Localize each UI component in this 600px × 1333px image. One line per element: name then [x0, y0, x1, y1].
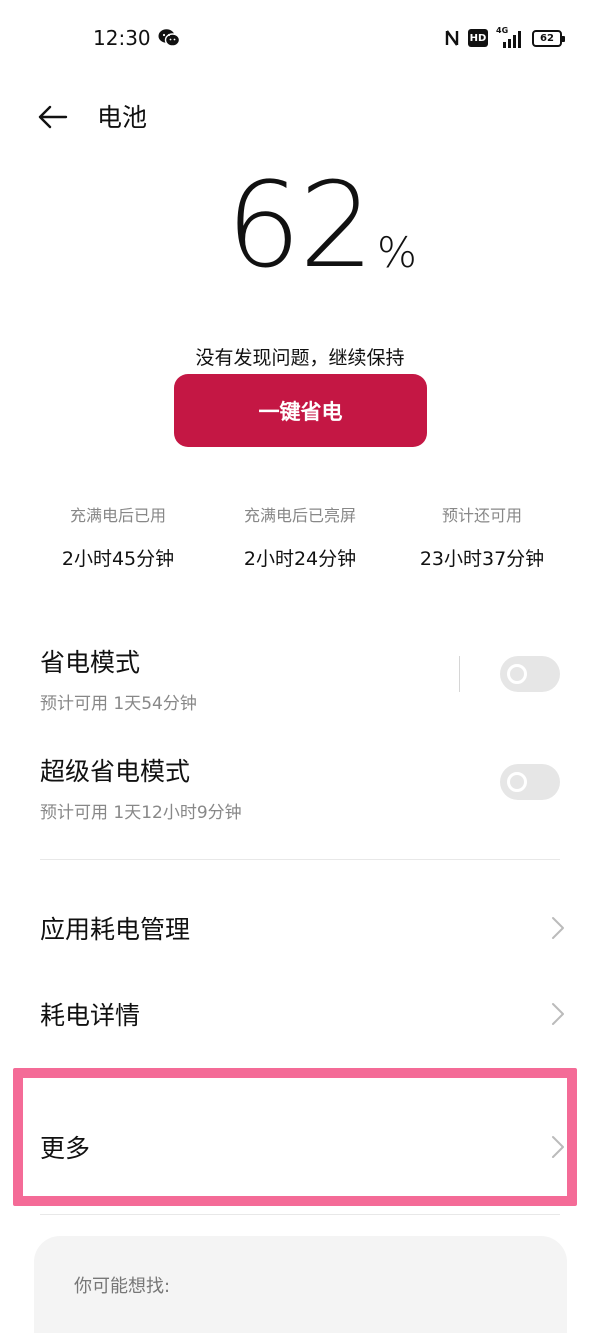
toggle-knob [507, 772, 527, 792]
super-power-saving-mode-toggle[interactable] [500, 764, 560, 800]
power-saving-mode-toggle[interactable] [500, 656, 560, 692]
app-power-management-item[interactable]: 应用耗电管理 [40, 898, 565, 958]
battery-percent-sign: % [377, 228, 417, 277]
stat-label: 预计还可用 [441, 506, 522, 525]
chevron-right-icon [552, 1136, 564, 1158]
vertical-divider [459, 656, 460, 692]
stat-label: 充满电后已亮屏 [243, 506, 356, 525]
power-saving-mode-estimate: 预计可用 1天54分钟 [40, 694, 197, 714]
super-power-saving-mode-title: 超级省电模式 [40, 757, 191, 786]
stat-used-since-full: 充满电后已用 2小时45分钟 [18, 500, 218, 571]
battery-stats: 充满电后已用 2小时45分钟 充满电后已亮屏 2小时24分钟 预计还可用 23小… [0, 500, 600, 570]
status-bar: 12:30 HD 4G 62 [0, 0, 600, 76]
hd-icon: HD [468, 29, 488, 47]
back-arrow-icon[interactable] [36, 100, 70, 134]
section-divider [40, 1214, 560, 1215]
stat-value: 23小时37分钟 [419, 548, 545, 570]
page-title: 电池 [97, 103, 148, 132]
chevron-right-icon [552, 917, 564, 939]
stat-label: 充满电后已用 [69, 506, 166, 525]
section-divider [40, 859, 560, 860]
chevron-right-icon [552, 1003, 564, 1025]
signal-icon: 4G [496, 26, 524, 48]
battery-status-message: 没有发现问题，继续保持 [195, 347, 405, 369]
nav-label: 更多 [40, 1134, 91, 1163]
signal-bars-icon [503, 31, 521, 48]
super-power-saving-mode-row[interactable]: 超级省电模式 预计可用 1天12小时9分钟 [40, 752, 560, 824]
stat-value: 2小时45分钟 [61, 548, 175, 570]
battery-percent-value: 62 [226, 156, 374, 294]
super-power-saving-mode-estimate: 预计可用 1天12小时9分钟 [40, 803, 242, 823]
stat-value: 2小时24分钟 [243, 548, 357, 570]
nfc-icon [445, 30, 459, 46]
power-saving-mode-row[interactable]: 省电模式 预计可用 1天54分钟 [40, 643, 560, 715]
stat-estimated-remaining: 预计还可用 23小时37分钟 [382, 500, 582, 571]
wechat-icon [158, 29, 180, 47]
power-saving-mode-title: 省电模式 [40, 648, 141, 677]
status-time: 12:30 [93, 26, 151, 50]
battery-settings-page: 12:30 HD 4G 62 电池 62 % 没有发现问题，继续保持 一键省电 … [0, 0, 600, 1333]
toggle-knob [507, 664, 527, 684]
battery-percent-display: 62 % [0, 160, 600, 300]
suggestions-title: 你可能想找: [74, 1276, 171, 1297]
battery-icon: 62 [532, 29, 565, 47]
one-tap-save-power-button[interactable]: 一键省电 [174, 374, 427, 447]
power-usage-details-item[interactable]: 耗电详情 [40, 984, 565, 1044]
stat-screen-on-since-full: 充满电后已亮屏 2小时24分钟 [200, 500, 400, 571]
suggestions-card: 你可能想找: [34, 1236, 567, 1333]
nav-label: 应用耗电管理 [40, 915, 191, 944]
nav-label: 耗电详情 [40, 1001, 141, 1030]
status-icons: HD 4G 62 [444, 26, 565, 48]
more-item[interactable]: 更多 [40, 1117, 565, 1177]
